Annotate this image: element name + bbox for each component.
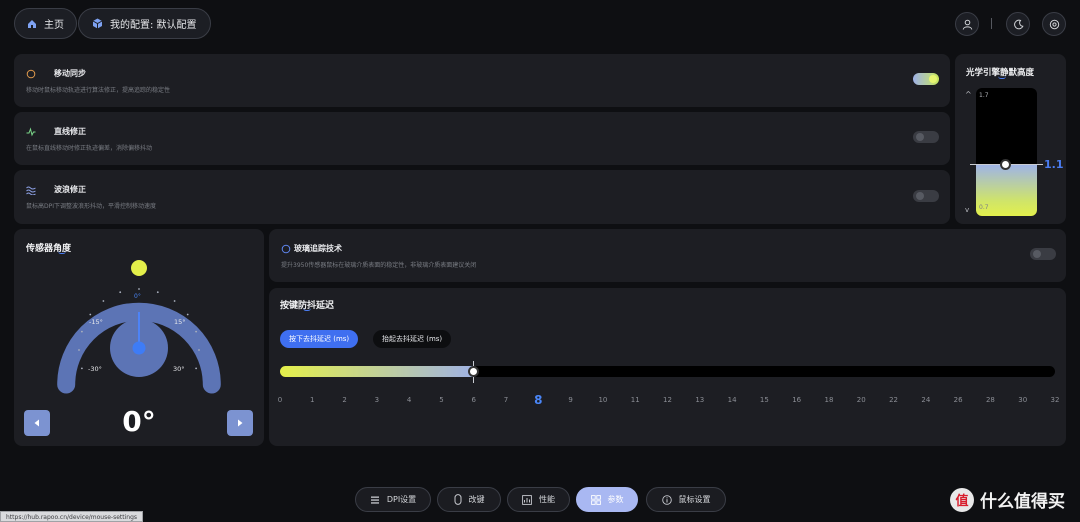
user-icon <box>962 19 972 30</box>
nav-dpi-settings[interactable]: DPI设置 <box>355 487 431 512</box>
debounce-tick-label[interactable]: 2 <box>342 396 346 404</box>
feature-title: 直线修正 <box>54 127 86 136</box>
debounce-slider-handle[interactable] <box>468 366 479 377</box>
wave-icon <box>26 186 36 195</box>
debounce-tick-label[interactable]: 0 <box>278 396 282 404</box>
glass-title: 玻璃追踪技术 <box>294 244 342 253</box>
debounce-tick-label[interactable]: 32 <box>1051 396 1060 404</box>
debounce-tick-label[interactable]: 9 <box>568 396 572 404</box>
motion-sync-icon <box>26 69 36 79</box>
debounce-tick-label[interactable]: 10 <box>598 396 607 404</box>
glass-icon <box>281 244 291 254</box>
info-icon <box>661 494 672 505</box>
debounce-tick-label[interactable]: 16 <box>792 396 801 404</box>
angle-snap-icon <box>26 127 36 137</box>
ripple-control-toggle[interactable] <box>913 190 939 202</box>
debounce-tick-label[interactable]: 18 <box>824 396 833 404</box>
debounce-tick-label[interactable]: 30 <box>1018 396 1027 404</box>
feature-card-ripple-control: 波浪修正 鼠标高DPI下调整波浪形抖动，平滑控制移动速度 <box>14 170 950 224</box>
home-label: 主页 <box>44 20 64 31</box>
lod-card: 光学引擎静默高度 ^ v 1.7 0.7 1.1 <box>955 54 1066 224</box>
debounce-slider-fill <box>280 366 474 377</box>
feature-card-motion-sync: 移动同步 移动时鼠标移动轨迹进行算法修正，提高追踪的稳定性 <box>14 54 950 107</box>
feature-title: 波浪修正 <box>54 185 86 194</box>
tab-press-debounce[interactable]: 按下去抖延迟 (ms) <box>280 330 359 348</box>
lod-track[interactable] <box>976 88 1037 216</box>
dial-label-0: 0° <box>134 293 141 300</box>
mouse-icon <box>454 494 461 505</box>
debounce-tick-label[interactable]: 7 <box>504 396 508 404</box>
lod-min-label: 0.7 <box>979 204 989 211</box>
header-divider <box>991 18 992 29</box>
glass-desc: 提升3950传感器鼠标在玻璃介质表面的稳定性，非玻璃介质表面建议关闭 <box>281 262 477 269</box>
dial-label-15: 15° <box>174 318 186 326</box>
chart-icon <box>522 494 532 505</box>
debounce-tick-label[interactable]: 28 <box>986 396 995 404</box>
feature-card-angle-snap: 直线修正 在鼠标直线移动时修正轨迹偏差，消除偏移抖动 <box>14 112 950 165</box>
status-url: https://hub.rapoo.cn/device/mouse-settin… <box>0 511 144 522</box>
dial-label-30: 30° <box>173 365 185 373</box>
lod-down-arrow[interactable]: v <box>965 206 969 214</box>
title-accent-mark <box>998 76 1006 79</box>
lod-up-arrow[interactable]: ^ <box>965 90 972 99</box>
nav-mouse-settings[interactable]: 鼠标设置 <box>646 487 726 512</box>
debounce-tick-label[interactable]: 14 <box>728 396 737 404</box>
debounce-tick-label[interactable]: 13 <box>695 396 704 404</box>
debounce-tick-label[interactable]: 8 <box>534 393 542 407</box>
profile-button[interactable]: 我的配置: 默认配置 <box>78 8 211 39</box>
user-button[interactable] <box>955 12 979 36</box>
cube-icon <box>92 18 103 29</box>
moon-icon <box>1013 19 1024 29</box>
debounce-tick-label[interactable]: 11 <box>631 396 640 404</box>
dial-label-minus30: -30° <box>88 365 102 373</box>
tab-release-debounce[interactable]: 抬起去抖延迟 (ms) <box>373 330 452 348</box>
debounce-tick-label[interactable]: 3 <box>375 396 379 404</box>
angle-snap-toggle[interactable] <box>913 131 939 143</box>
debounce-tick-label[interactable]: 26 <box>954 396 963 404</box>
glass-tracking-card: 玻璃追踪技术 提升3950传感器鼠标在玻璃介质表面的稳定性，非玻璃介质表面建议关… <box>269 229 1066 282</box>
home-icon <box>28 19 36 28</box>
watermark-text: 什么值得买 <box>980 492 1065 512</box>
dial-label-minus15: -15° <box>89 318 103 326</box>
debounce-tick-label[interactable]: 24 <box>921 396 930 404</box>
lod-value: 1.1 <box>1044 158 1064 171</box>
debounce-tick-label[interactable]: 22 <box>889 396 898 404</box>
feature-desc: 鼠标高DPI下调整波浪形抖动，平滑控制移动速度 <box>26 203 157 210</box>
settings-icon <box>1049 19 1059 29</box>
sensor-angle-card: 传感器角度 0° -15° 15° -30° 30° 0° <box>14 229 264 446</box>
watermark: 值 什么值得买 <box>950 487 1065 512</box>
nav-key-remap[interactable]: 改键 <box>437 487 501 512</box>
debounce-tick-label[interactable]: 6 <box>472 396 476 404</box>
nav-performance[interactable]: 性能 <box>507 487 570 512</box>
nav-label: 性能 <box>539 495 555 504</box>
nav-label: 鼠标设置 <box>678 495 711 504</box>
debounce-tick-label[interactable]: 20 <box>857 396 866 404</box>
lod-max-label: 1.7 <box>979 92 989 99</box>
debounce-tick-label[interactable]: 5 <box>439 396 443 404</box>
arrow-right-icon <box>238 419 243 427</box>
feature-desc: 移动时鼠标移动轨迹进行算法修正，提高追踪的稳定性 <box>26 87 171 94</box>
debounce-tick-label[interactable]: 1 <box>310 396 314 404</box>
dpi-icon <box>370 496 379 504</box>
nav-label: DPI设置 <box>386 495 417 504</box>
glass-tracking-toggle[interactable] <box>1030 248 1056 260</box>
nav-label: 改键 <box>468 495 485 504</box>
lod-slider-handle[interactable] <box>1000 159 1011 170</box>
nav-parameters[interactable]: 参数 <box>576 487 638 512</box>
feature-desc: 在鼠标直线移动时修正轨迹偏差，消除偏移抖动 <box>26 145 153 152</box>
home-button[interactable]: 主页 <box>14 8 77 39</box>
debounce-tick-label[interactable]: 12 <box>663 396 672 404</box>
angle-increase-button[interactable] <box>227 410 253 436</box>
nav-label: 参数 <box>607 495 624 504</box>
motion-sync-toggle[interactable] <box>913 73 939 85</box>
debounce-tick-label[interactable]: 4 <box>407 396 411 404</box>
grid-icon <box>590 494 601 505</box>
settings-button[interactable] <box>1042 12 1066 36</box>
watermark-logo: 值 <box>950 487 974 512</box>
profile-label: 我的配置: 默认配置 <box>110 20 197 31</box>
feature-title: 移动同步 <box>54 69 86 78</box>
theme-button[interactable] <box>1006 12 1030 36</box>
debounce-tick-label[interactable]: 15 <box>760 396 769 404</box>
